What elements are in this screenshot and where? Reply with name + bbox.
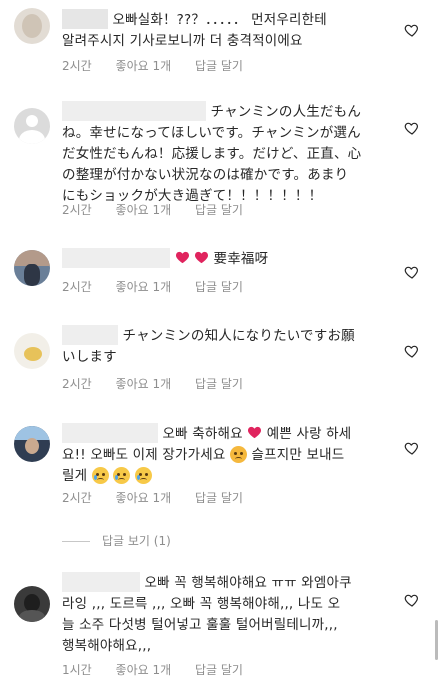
comment-meta: 2시간 좋아요 1개 답글 달기	[62, 278, 263, 295]
comment-meta: 2시간 좋아요 1개 답글 달기	[62, 201, 263, 218]
timestamp: 2시간	[62, 491, 92, 505]
avatar[interactable]	[14, 108, 50, 144]
comment-line: 슬프지만 보내드	[251, 447, 345, 463]
reply-button[interactable]: 답글 달기	[195, 280, 243, 294]
comment-text: 要幸福呀	[62, 248, 392, 270]
heart-outline-icon[interactable]	[404, 22, 420, 38]
red-heart-emoji-icon	[194, 251, 209, 264]
comment-line: 릴게	[62, 468, 88, 484]
comment-text: 오빠실화！??？．．．．． 먼저우리한테 알려주시지 기사로보니까 더 충격적이…	[62, 9, 392, 52]
divider	[62, 541, 90, 542]
comment-meta: 1시간 좋아요 1개 답글 달기	[62, 661, 263, 678]
comment-line: チャンミンの知人になりたいですお願	[122, 328, 355, 344]
avatar[interactable]	[14, 333, 50, 369]
comment-text: 오빠 축하해요 예쁜 사랑 하세 요!! 오빠도 이제 장가가세요 슬프지만 보…	[62, 423, 392, 487]
timestamp: 1시간	[62, 663, 92, 677]
timestamp: 2시간	[62, 59, 92, 73]
avatar[interactable]	[14, 250, 50, 286]
avatar[interactable]	[14, 426, 50, 462]
timestamp: 2시간	[62, 280, 92, 294]
comment-meta: 2시간 좋아요 1개 답글 달기	[62, 57, 263, 74]
comment-line: 要幸福呀	[213, 251, 269, 267]
smiling-face-with-hearts-emoji-icon	[230, 446, 248, 463]
avatar[interactable]	[14, 8, 50, 44]
comment-line: だ女性だもんね！応援します。だけど、正直、心	[62, 146, 362, 162]
comment-line: チャンミンの人生だもん	[210, 104, 362, 120]
like-count[interactable]: 좋아요 1개	[116, 280, 172, 294]
comment-line: 요!! 오빠도 이제 장가가세요	[62, 447, 226, 463]
comment-line: 오빠 꼭 행복해야해요 ㅠㅠ 와엠아쿠	[144, 575, 352, 591]
redacted-username	[62, 101, 206, 121]
comment-meta: 2시간 좋아요 1개 답글 달기	[62, 375, 263, 392]
heart-outline-icon[interactable]	[404, 264, 420, 280]
comment-line: の整理が付かない状況なのは確かです。あまり	[62, 167, 349, 183]
comment-text: チャンミンの人生だもん ね。幸せになってほしいです。チャンミンが選ん だ女性だも…	[62, 101, 392, 207]
heart-outline-icon[interactable]	[404, 592, 420, 608]
redacted-username	[62, 248, 170, 268]
comment-text: チャンミンの知人になりたいですお願 いします	[62, 325, 392, 368]
like-count[interactable]: 좋아요 1개	[116, 203, 172, 217]
heart-outline-icon[interactable]	[404, 120, 420, 136]
heart-outline-icon[interactable]	[404, 440, 420, 456]
comment-text: 오빠 꼭 행복해야해요 ㅠㅠ 와엠아쿠 라잉 ,,, 도르륵 ,,, 오빠 꼭 …	[62, 572, 392, 657]
reply-button[interactable]: 답글 달기	[195, 663, 243, 677]
redacted-username	[62, 572, 140, 592]
like-count[interactable]: 좋아요 1개	[116, 377, 172, 391]
like-count[interactable]: 좋아요 1개	[116, 59, 172, 73]
red-heart-emoji-icon	[175, 251, 189, 264]
comment-line: 라잉 ,,, 도르륵 ,,, 오빠 꼭 행복해야해,,, 나도 오	[62, 596, 341, 612]
reply-button[interactable]: 답글 달기	[195, 491, 243, 505]
avatar[interactable]	[14, 586, 50, 622]
reply-button[interactable]: 답글 달기	[195, 377, 243, 391]
view-replies-label: 답글 보기 (1)	[102, 534, 171, 548]
comment-line: ね。幸せになってほしいです。チャンミンが選ん	[62, 125, 361, 141]
comment-line: いします	[62, 349, 117, 365]
reply-button[interactable]: 답글 달기	[195, 59, 243, 73]
like-count[interactable]: 좋아요 1개	[116, 491, 172, 505]
redacted-username	[62, 9, 108, 29]
comment-line: 오빠 축하해요	[162, 426, 243, 442]
heart-outline-icon[interactable]	[404, 343, 420, 359]
crying-face-emoji-icon	[113, 467, 131, 484]
comment-line: 예쁜 사랑 하세	[266, 426, 352, 442]
redacted-username	[62, 423, 158, 443]
like-count[interactable]: 좋아요 1개	[116, 663, 172, 677]
comment-line: 행복해야해요,,,	[62, 638, 152, 654]
comment-line: 오빠실화！??？．．．．． 먼저우리한테	[112, 12, 327, 28]
comment-meta: 2시간 좋아요 1개 답글 달기	[62, 489, 263, 506]
timestamp: 2시간	[62, 203, 92, 217]
timestamp: 2시간	[62, 377, 92, 391]
crying-face-emoji-icon	[134, 467, 152, 484]
reply-button[interactable]: 답글 달기	[195, 203, 243, 217]
scrollbar[interactable]	[435, 620, 438, 660]
comment-line: 늘 소주 다섯병 털어넣고 훌훌 털어버릴테니까,,,	[62, 617, 338, 633]
redacted-username	[62, 325, 118, 345]
comment-line: 알려주시지 기사로보니까 더 충격적이에요	[62, 33, 303, 49]
view-replies-button[interactable]: 답글 보기 (1)	[62, 532, 171, 549]
red-heart-emoji-icon	[248, 426, 262, 439]
crying-face-emoji-icon	[91, 467, 109, 484]
